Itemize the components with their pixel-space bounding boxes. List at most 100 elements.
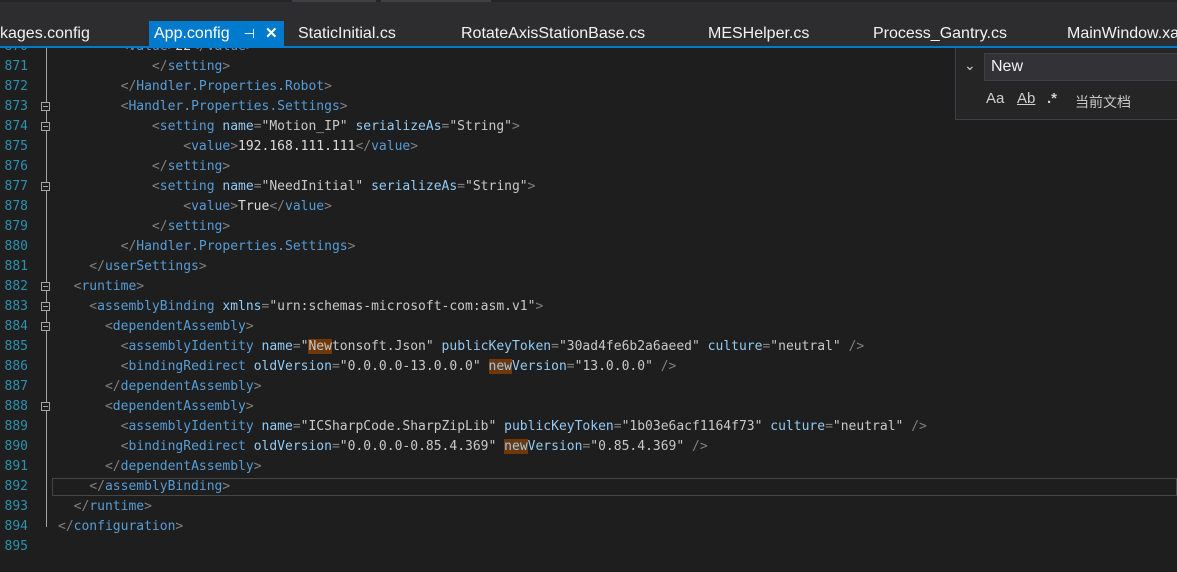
- collapse-icon[interactable]: [41, 182, 50, 191]
- whole-word-button[interactable]: Ab: [1017, 90, 1035, 107]
- code-line[interactable]: </Handler.Properties.Robot>: [58, 77, 332, 97]
- code-token: <: [58, 359, 129, 374]
- regex-button[interactable]: .*: [1047, 90, 1057, 107]
- tab-staticinitial-cs[interactable]: StaticInitial.cs: [298, 21, 396, 46]
- tab-process-gantry-cs[interactable]: Process_Gantry.cs: [873, 21, 1007, 46]
- code-line[interactable]: </setting>: [58, 217, 230, 237]
- code-token: =: [292, 339, 301, 354]
- code-line[interactable]: <Handler.Properties.Settings>: [58, 97, 348, 117]
- tab-app-config[interactable]: App.config ⊣ ✕: [149, 21, 284, 46]
- tab-meshelper-cs[interactable]: MESHelper.cs: [708, 21, 809, 46]
- code-line[interactable]: <runtime>: [58, 277, 144, 297]
- code-token: >: [245, 399, 254, 414]
- code-token: >: [324, 199, 332, 214]
- code-line[interactable]: <value>22</value>: [58, 48, 254, 57]
- code-token: <: [58, 419, 129, 434]
- line-number: 881: [4, 259, 28, 274]
- code-token: <: [58, 299, 98, 314]
- line-number: 885: [4, 339, 28, 354]
- code-token: </: [58, 499, 90, 514]
- tab-mainwindow-xaml[interactable]: MainWindow.xa: [1067, 21, 1177, 46]
- code-token: <: [58, 48, 129, 54]
- code-token: serializeAs: [355, 119, 442, 134]
- tab-bar-top-line: [0, 0, 1177, 2]
- code-line[interactable]: <assemblyIdentity name="Newtonsoft.Json"…: [58, 337, 864, 357]
- code-token: value: [285, 199, 325, 214]
- code-line[interactable]: <setting name="Motion_IP" serializeAs="S…: [58, 117, 520, 137]
- code-token: =: [457, 179, 466, 194]
- code-line[interactable]: </Handler.Properties.Settings>: [58, 237, 356, 257]
- code-line[interactable]: <value>True</value>: [58, 197, 332, 217]
- collapse-icon[interactable]: [41, 122, 50, 131]
- code-token: value: [371, 139, 411, 154]
- collapse-icon[interactable]: [41, 302, 50, 311]
- collapse-icon[interactable]: [41, 322, 50, 331]
- line-number: 886: [4, 359, 28, 374]
- code-token: "13.0.0.0": [574, 359, 653, 374]
- code-line[interactable]: <setting name="NeedInitial" serializeAs=…: [58, 177, 536, 197]
- code-line[interactable]: </dependentAssembly>: [58, 457, 262, 477]
- code-line[interactable]: </setting>: [58, 57, 230, 77]
- line-number: 874: [4, 119, 28, 134]
- code-token: =: [613, 419, 622, 434]
- code-line[interactable]: </runtime>: [58, 497, 152, 517]
- code-line[interactable]: </setting>: [58, 157, 230, 177]
- code-line[interactable]: <bindingRedirect oldVersion="0.0.0.0-13.…: [58, 357, 676, 377]
- code-token: />: [848, 339, 865, 354]
- code-line[interactable]: </configuration>: [58, 517, 183, 537]
- line-number: 883: [4, 299, 28, 314]
- code-line[interactable]: <assemblyIdentity name="ICSharpCode.Shar…: [58, 417, 927, 437]
- code-token: "Motion_IP": [261, 119, 348, 134]
- code-line[interactable]: <assemblyBinding xmlns="urn:schemas-micr…: [58, 297, 543, 317]
- code-editor[interactable]: 870 <value>22</value>871 </setting>872 <…: [0, 48, 1177, 572]
- code-token: "0.85.4.369": [590, 439, 685, 454]
- search-scope-label[interactable]: 当前文档: [1075, 92, 1131, 112]
- line-number: 888: [4, 399, 28, 414]
- code-token: >: [324, 79, 332, 94]
- code-token: "NeedInitial": [261, 179, 364, 194]
- code-token: name: [222, 179, 254, 194]
- code-token: setting: [167, 59, 223, 74]
- code-token: <: [58, 319, 113, 334]
- code-token: runtime: [89, 499, 145, 514]
- code-token: assemblyIdentity: [128, 419, 254, 434]
- code-token: >: [222, 219, 231, 234]
- code-token: culture: [770, 419, 826, 434]
- code-token: "0.0.0.0-0.85.4.369": [339, 439, 497, 454]
- tab-packages-config[interactable]: kages.config: [0, 21, 90, 46]
- code-line[interactable]: <dependentAssembly>: [58, 397, 254, 417]
- close-icon[interactable]: ✕: [265, 21, 278, 46]
- code-token: </: [58, 59, 168, 74]
- match-case-button[interactable]: Aa: [986, 90, 1004, 107]
- code-token: Handler.Properties.Robot: [136, 79, 325, 94]
- line-number: 880: [4, 239, 28, 254]
- chevron-down-icon[interactable]: ⌄: [964, 58, 976, 74]
- code-token: Handler.Properties.Settings: [128, 99, 340, 114]
- code-token: >: [222, 59, 231, 74]
- code-line[interactable]: <dependentAssembly>: [58, 317, 254, 337]
- code-line[interactable]: <value>192.168.111.111</value>: [58, 137, 418, 157]
- code-line[interactable]: </userSettings>: [58, 257, 206, 277]
- code-line[interactable]: </assemblyBinding>: [58, 477, 230, 497]
- find-input[interactable]: New: [984, 53, 1177, 81]
- code-token: >: [339, 99, 348, 114]
- pin-icon[interactable]: ⊣: [244, 21, 255, 46]
- code-token: "neutral": [770, 339, 841, 354]
- code-token: />: [692, 439, 708, 454]
- code-token: =: [292, 419, 301, 434]
- collapse-icon[interactable]: [41, 402, 50, 411]
- code-line[interactable]: <bindingRedirect oldVersion="0.0.0.0-0.8…: [58, 437, 708, 457]
- tab-rotateaxisstationbase-cs[interactable]: RotateAxisStationBase.cs: [461, 21, 645, 46]
- collapse-icon[interactable]: [41, 102, 50, 111]
- collapse-icon[interactable]: [41, 282, 50, 291]
- code-token: value: [191, 199, 231, 214]
- code-token: "String": [465, 179, 528, 194]
- code-token: value: [207, 48, 246, 54]
- line-number: 871: [4, 59, 28, 74]
- code-line[interactable]: </dependentAssembly>: [58, 377, 262, 397]
- code-token: name: [261, 419, 293, 434]
